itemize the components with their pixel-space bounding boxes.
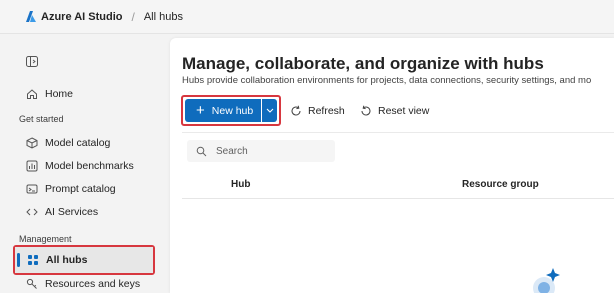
prompt-icon xyxy=(26,183,38,195)
column-header-hub[interactable]: Hub xyxy=(231,179,250,190)
sidebar-item-prompt-catalog[interactable]: Prompt catalog xyxy=(26,179,116,199)
sidebar-item-label: Home xyxy=(45,88,74,100)
cube-icon xyxy=(26,137,38,149)
sidebar-item-resources-and-keys[interactable]: Resources and keys xyxy=(26,274,140,293)
reset-icon xyxy=(360,105,372,117)
home-icon xyxy=(26,88,38,100)
sidebar-item-model-catalog[interactable]: Model catalog xyxy=(26,133,110,153)
section-management: Management xyxy=(19,234,72,244)
sidebar-item-ai-services[interactable]: AI Services xyxy=(26,202,98,222)
refresh-icon xyxy=(290,105,302,117)
sidebar-item-label: Resources and keys xyxy=(45,278,141,290)
sidebar-item-model-benchmarks[interactable]: Model benchmarks xyxy=(26,156,134,176)
empty-state-illustration xyxy=(533,268,560,293)
ai-services-icon xyxy=(26,206,38,218)
key-icon xyxy=(26,278,38,290)
search-placeholder: Search xyxy=(216,145,248,157)
page-subtitle: Hubs provide collaboration environments … xyxy=(182,75,592,86)
breadcrumb-separator: / xyxy=(131,9,135,24)
sidebar-item-label: Prompt catalog xyxy=(45,183,116,195)
reset-view-label: Reset view xyxy=(378,105,430,117)
app-title[interactable]: Azure AI Studio xyxy=(41,11,122,23)
sidebar-item-label: Model benchmarks xyxy=(45,160,134,172)
panel-toggle-icon[interactable] xyxy=(26,56,38,67)
refresh-button[interactable]: Refresh xyxy=(290,102,345,120)
section-get-started: Get started xyxy=(19,114,64,124)
header-divider xyxy=(182,198,614,199)
selected-indicator xyxy=(17,253,20,267)
chevron-down-icon xyxy=(266,108,273,113)
hubs-icon xyxy=(27,254,39,266)
new-hub-button[interactable]: + New hub xyxy=(185,99,261,122)
refresh-label: Refresh xyxy=(308,105,345,117)
azure-logo-icon xyxy=(26,11,36,22)
search-icon xyxy=(196,146,207,157)
new-hub-label: New hub xyxy=(211,104,254,117)
breadcrumb-current: All hubs xyxy=(143,10,183,23)
page-title: Manage, collaborate, and organize with h… xyxy=(182,54,544,73)
sidebar-item-home[interactable]: Home xyxy=(26,84,73,104)
sidebar-item-label: All hubs xyxy=(46,254,88,266)
search-input[interactable]: Search xyxy=(187,140,335,162)
top-bar: Azure AI Studio / All hubs xyxy=(0,0,614,34)
main-panel: Manage, collaborate, and organize with h… xyxy=(170,38,614,293)
sidebar-item-label: AI Services xyxy=(45,206,99,218)
benchmark-icon xyxy=(26,160,38,172)
sidebar-item-all-hubs[interactable]: All hubs xyxy=(27,250,87,270)
column-header-resource-group[interactable]: Resource group xyxy=(462,179,539,190)
plus-icon: + xyxy=(196,102,205,119)
new-hub-dropdown-button[interactable] xyxy=(262,99,277,122)
sidebar-item-label: Model catalog xyxy=(45,137,111,149)
reset-view-button[interactable]: Reset view xyxy=(360,102,429,120)
